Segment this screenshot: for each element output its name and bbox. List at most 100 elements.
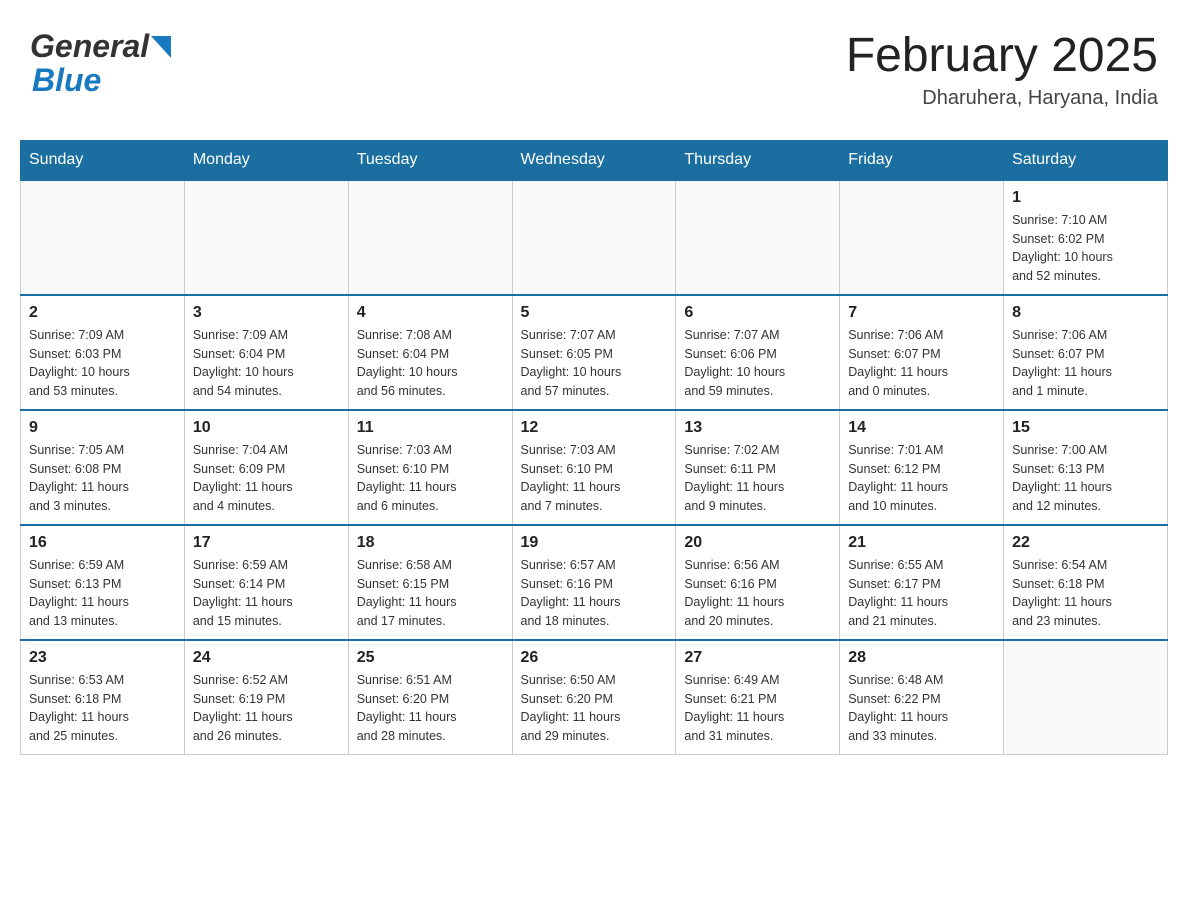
day-info-line: Daylight: 10 hours — [357, 363, 504, 382]
day-info-line: and 33 minutes. — [848, 727, 995, 746]
day-info-line: Sunset: 6:05 PM — [521, 345, 668, 364]
day-cell — [840, 180, 1004, 295]
day-info-line: Sunrise: 7:08 AM — [357, 326, 504, 345]
day-number: 17 — [193, 534, 340, 552]
day-number: 20 — [684, 534, 831, 552]
day-number: 22 — [1012, 534, 1159, 552]
day-info-line: Sunrise: 7:01 AM — [848, 441, 995, 460]
day-info-line: Sunset: 6:10 PM — [357, 460, 504, 479]
day-info-line: and 53 minutes. — [29, 382, 176, 401]
day-info-line: and 20 minutes. — [684, 612, 831, 631]
day-cell: 9Sunrise: 7:05 AMSunset: 6:08 PMDaylight… — [21, 410, 185, 525]
day-info-line: Daylight: 11 hours — [848, 363, 995, 382]
day-info-line: Daylight: 11 hours — [357, 593, 504, 612]
day-info-line: Daylight: 11 hours — [684, 593, 831, 612]
day-number: 28 — [848, 649, 995, 667]
day-cell — [184, 180, 348, 295]
day-cell: 27Sunrise: 6:49 AMSunset: 6:21 PMDayligh… — [676, 640, 840, 755]
day-number: 12 — [521, 419, 668, 437]
day-cell — [1004, 640, 1168, 755]
day-number: 18 — [357, 534, 504, 552]
day-info-line: Sunset: 6:04 PM — [193, 345, 340, 364]
day-info-line: Sunset: 6:04 PM — [357, 345, 504, 364]
day-cell: 26Sunrise: 6:50 AMSunset: 6:20 PMDayligh… — [512, 640, 676, 755]
weekday-header-row: SundayMondayTuesdayWednesdayThursdayFrid… — [21, 140, 1168, 180]
day-info-line: Sunrise: 7:10 AM — [1012, 211, 1159, 230]
day-info-line: Sunset: 6:03 PM — [29, 345, 176, 364]
day-info-line: Sunset: 6:19 PM — [193, 690, 340, 709]
day-cell: 14Sunrise: 7:01 AMSunset: 6:12 PMDayligh… — [840, 410, 1004, 525]
day-info-line: Sunset: 6:07 PM — [1012, 345, 1159, 364]
day-info-line: Sunset: 6:14 PM — [193, 575, 340, 594]
day-info-line: Sunset: 6:07 PM — [848, 345, 995, 364]
day-info-line: Sunset: 6:06 PM — [684, 345, 831, 364]
day-cell: 28Sunrise: 6:48 AMSunset: 6:22 PMDayligh… — [840, 640, 1004, 755]
day-info-line: Sunrise: 7:03 AM — [357, 441, 504, 460]
weekday-header-wednesday: Wednesday — [512, 140, 676, 180]
day-info-line: and 6 minutes. — [357, 497, 504, 516]
day-info-line: Daylight: 11 hours — [1012, 363, 1159, 382]
day-info-line: Sunrise: 6:54 AM — [1012, 556, 1159, 575]
day-cell: 19Sunrise: 6:57 AMSunset: 6:16 PMDayligh… — [512, 525, 676, 640]
day-info-line: and 12 minutes. — [1012, 497, 1159, 516]
day-info-line: and 21 minutes. — [848, 612, 995, 631]
week-row-4: 16Sunrise: 6:59 AMSunset: 6:13 PMDayligh… — [21, 525, 1168, 640]
day-cell: 10Sunrise: 7:04 AMSunset: 6:09 PMDayligh… — [184, 410, 348, 525]
day-info-line: Daylight: 11 hours — [193, 478, 340, 497]
day-cell: 20Sunrise: 6:56 AMSunset: 6:16 PMDayligh… — [676, 525, 840, 640]
day-info-line: Sunrise: 6:59 AM — [193, 556, 340, 575]
day-info-line: and 17 minutes. — [357, 612, 504, 631]
day-info-line: Sunset: 6:20 PM — [521, 690, 668, 709]
day-number: 5 — [521, 304, 668, 322]
day-info-line: Daylight: 11 hours — [848, 708, 995, 727]
day-number: 7 — [848, 304, 995, 322]
day-info-line: Sunset: 6:11 PM — [684, 460, 831, 479]
title-area: February 2025 Dharuhera, Haryana, India — [846, 30, 1158, 110]
day-info-line: Daylight: 11 hours — [521, 478, 668, 497]
day-number: 3 — [193, 304, 340, 322]
day-cell: 17Sunrise: 6:59 AMSunset: 6:14 PMDayligh… — [184, 525, 348, 640]
weekday-header-friday: Friday — [840, 140, 1004, 180]
day-info-line: Sunset: 6:16 PM — [521, 575, 668, 594]
day-info-line: and 31 minutes. — [684, 727, 831, 746]
day-info-line: Daylight: 10 hours — [684, 363, 831, 382]
day-cell: 23Sunrise: 6:53 AMSunset: 6:18 PMDayligh… — [21, 640, 185, 755]
weekday-header-tuesday: Tuesday — [348, 140, 512, 180]
day-cell: 5Sunrise: 7:07 AMSunset: 6:05 PMDaylight… — [512, 295, 676, 410]
page-header: General Blue February 2025 Dharuhera, Ha… — [20, 20, 1168, 120]
day-info-line: and 59 minutes. — [684, 382, 831, 401]
day-info-line: Daylight: 10 hours — [521, 363, 668, 382]
day-info-line: and 3 minutes. — [29, 497, 176, 516]
day-number: 11 — [357, 419, 504, 437]
day-number: 13 — [684, 419, 831, 437]
logo-general: General — [30, 30, 149, 62]
day-info-line: Sunrise: 6:48 AM — [848, 671, 995, 690]
day-info-line: Daylight: 10 hours — [29, 363, 176, 382]
day-number: 8 — [1012, 304, 1159, 322]
day-cell: 25Sunrise: 6:51 AMSunset: 6:20 PMDayligh… — [348, 640, 512, 755]
day-info-line: and 23 minutes. — [1012, 612, 1159, 631]
day-number: 4 — [357, 304, 504, 322]
day-number: 10 — [193, 419, 340, 437]
weekday-header-saturday: Saturday — [1004, 140, 1168, 180]
day-cell — [676, 180, 840, 295]
day-info-line: Sunrise: 6:53 AM — [29, 671, 176, 690]
week-row-5: 23Sunrise: 6:53 AMSunset: 6:18 PMDayligh… — [21, 640, 1168, 755]
day-info-line: Sunset: 6:02 PM — [1012, 230, 1159, 249]
day-info-line: and 26 minutes. — [193, 727, 340, 746]
day-info-line: and 10 minutes. — [848, 497, 995, 516]
day-cell: 12Sunrise: 7:03 AMSunset: 6:10 PMDayligh… — [512, 410, 676, 525]
day-info-line: Sunrise: 6:56 AM — [684, 556, 831, 575]
day-info-line: Sunrise: 7:03 AM — [521, 441, 668, 460]
day-number: 21 — [848, 534, 995, 552]
day-info-line: and 52 minutes. — [1012, 267, 1159, 286]
day-info-line: Sunrise: 7:02 AM — [684, 441, 831, 460]
day-cell — [21, 180, 185, 295]
day-number: 9 — [29, 419, 176, 437]
day-cell: 3Sunrise: 7:09 AMSunset: 6:04 PMDaylight… — [184, 295, 348, 410]
day-info-line: Sunset: 6:13 PM — [29, 575, 176, 594]
day-info-line: and 57 minutes. — [521, 382, 668, 401]
logo: General Blue — [30, 30, 171, 99]
day-info-line: and 9 minutes. — [684, 497, 831, 516]
day-info-line: Daylight: 11 hours — [684, 478, 831, 497]
